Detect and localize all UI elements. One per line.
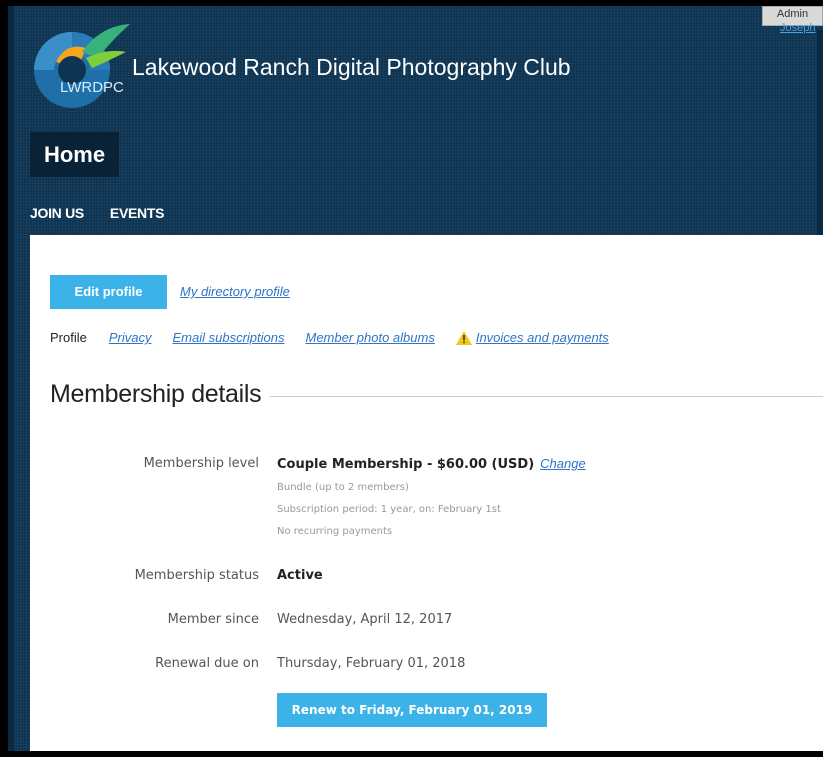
membership-level-value: Couple Membership - $60.00 (USD) Change bbox=[277, 456, 586, 472]
membership-note-period: Subscription period: 1 year, on: Februar… bbox=[277, 504, 501, 515]
main-content: Edit profile My directory profile Profil… bbox=[30, 235, 823, 751]
membership-status-label: Membership status bbox=[134, 568, 259, 583]
renewal-due-value: Thursday, February 01, 2018 bbox=[277, 656, 466, 671]
club-logo[interactable]: LWRDPC bbox=[26, 18, 134, 110]
edit-profile-button[interactable]: Edit profile bbox=[50, 275, 167, 309]
user-account-link[interactable]: Joseph bbox=[780, 22, 815, 34]
svg-text:LWRDPC: LWRDPC bbox=[60, 79, 124, 96]
main-nav: JOIN US EVENTS bbox=[30, 205, 164, 221]
membership-note-bundle: Bundle (up to 2 members) bbox=[277, 482, 409, 493]
membership-note-recurring: No recurring payments bbox=[277, 526, 393, 537]
logo-camera-icon: LWRDPC bbox=[34, 24, 130, 108]
member-since-label: Member since bbox=[167, 612, 259, 627]
membership-status-value: Active bbox=[277, 568, 323, 583]
tab-privacy[interactable]: Privacy bbox=[109, 330, 152, 345]
site-title[interactable]: Lakewood Ranch Digital Photography Club bbox=[132, 54, 571, 81]
renew-button[interactable]: Renew to Friday, February 01, 2019 bbox=[277, 693, 547, 727]
membership-level-label: Membership level bbox=[143, 456, 259, 471]
directory-profile-link[interactable]: My directory profile bbox=[180, 284, 290, 299]
tab-email-subscriptions[interactable]: Email subscriptions bbox=[172, 330, 284, 345]
tab-invoices-and-payments[interactable]: Invoices and payments bbox=[476, 330, 609, 345]
membership-level-text: Couple Membership - $60.00 (USD) bbox=[277, 457, 535, 472]
page-heading: Home bbox=[30, 132, 119, 177]
member-since-value: Wednesday, April 12, 2017 bbox=[277, 612, 453, 627]
page-left-border bbox=[8, 6, 14, 751]
nav-item-join-us[interactable]: JOIN US bbox=[30, 205, 84, 221]
tab-member-photo-albums[interactable]: Member photo albums bbox=[305, 330, 434, 345]
tab-profile: Profile bbox=[50, 330, 87, 345]
warning-icon bbox=[455, 330, 472, 345]
change-membership-link[interactable]: Change bbox=[540, 456, 586, 471]
renewal-due-label: Renewal due on bbox=[155, 656, 259, 671]
section-title: Membership details bbox=[50, 380, 262, 408]
section-divider bbox=[270, 396, 823, 397]
profile-tabs: Profile Privacy Email subscriptions Memb… bbox=[50, 330, 630, 345]
nav-item-events[interactable]: EVENTS bbox=[110, 205, 165, 221]
